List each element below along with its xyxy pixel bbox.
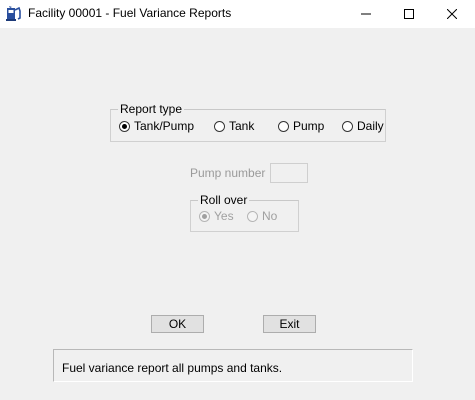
minimize-icon xyxy=(361,13,371,15)
radio-tank-pump[interactable]: Tank/Pump xyxy=(119,119,194,133)
radio-pump-label: Pump xyxy=(293,119,325,133)
radio-button[interactable] xyxy=(247,210,258,222)
radio-tank[interactable]: Tank xyxy=(214,119,254,133)
radio-roll-over-yes[interactable]: Yes xyxy=(199,209,234,223)
radio-tank-label: Tank xyxy=(229,119,255,133)
report-type-label: Report type xyxy=(118,102,185,116)
radio-button-checked[interactable] xyxy=(119,120,130,132)
radio-yes-label: Yes xyxy=(214,209,234,223)
radio-button[interactable] xyxy=(214,120,225,132)
close-button[interactable] xyxy=(429,0,475,28)
radio-no-label: No xyxy=(262,209,278,223)
radio-button[interactable] xyxy=(278,120,289,132)
pump-number-label: Pump number xyxy=(190,166,266,180)
maximize-icon xyxy=(404,9,414,19)
radio-button[interactable] xyxy=(342,120,353,132)
radio-daily-label: Daily xyxy=(357,119,384,133)
radio-button-checked[interactable] xyxy=(199,210,210,222)
title-bar: Facility 00001 - Fuel Variance Reports xyxy=(0,0,475,28)
radio-pump[interactable]: Pump xyxy=(278,119,324,133)
pump-number-input[interactable] xyxy=(270,163,308,183)
maximize-button[interactable] xyxy=(386,0,432,28)
fuel-pump-app-icon xyxy=(6,6,21,21)
exit-button[interactable]: Exit xyxy=(263,315,316,333)
close-icon xyxy=(447,9,457,19)
minimize-button[interactable] xyxy=(343,0,389,28)
status-text: Fuel variance report all pumps and tanks… xyxy=(62,361,283,375)
radio-tank-pump-label: Tank/Pump xyxy=(134,119,195,133)
ok-button[interactable]: OK xyxy=(151,315,204,333)
roll-over-label: Roll over xyxy=(198,193,250,207)
radio-roll-over-no[interactable]: No xyxy=(247,209,277,223)
roll-over-group: Roll over Yes No xyxy=(190,193,299,232)
radio-daily[interactable]: Daily xyxy=(342,119,384,133)
report-type-group: Report type Tank/Pump Tank Pump Daily xyxy=(110,102,386,142)
status-panel: Fuel variance report all pumps and tanks… xyxy=(53,349,413,382)
window-title: Facility 00001 - Fuel Variance Reports xyxy=(28,6,232,20)
